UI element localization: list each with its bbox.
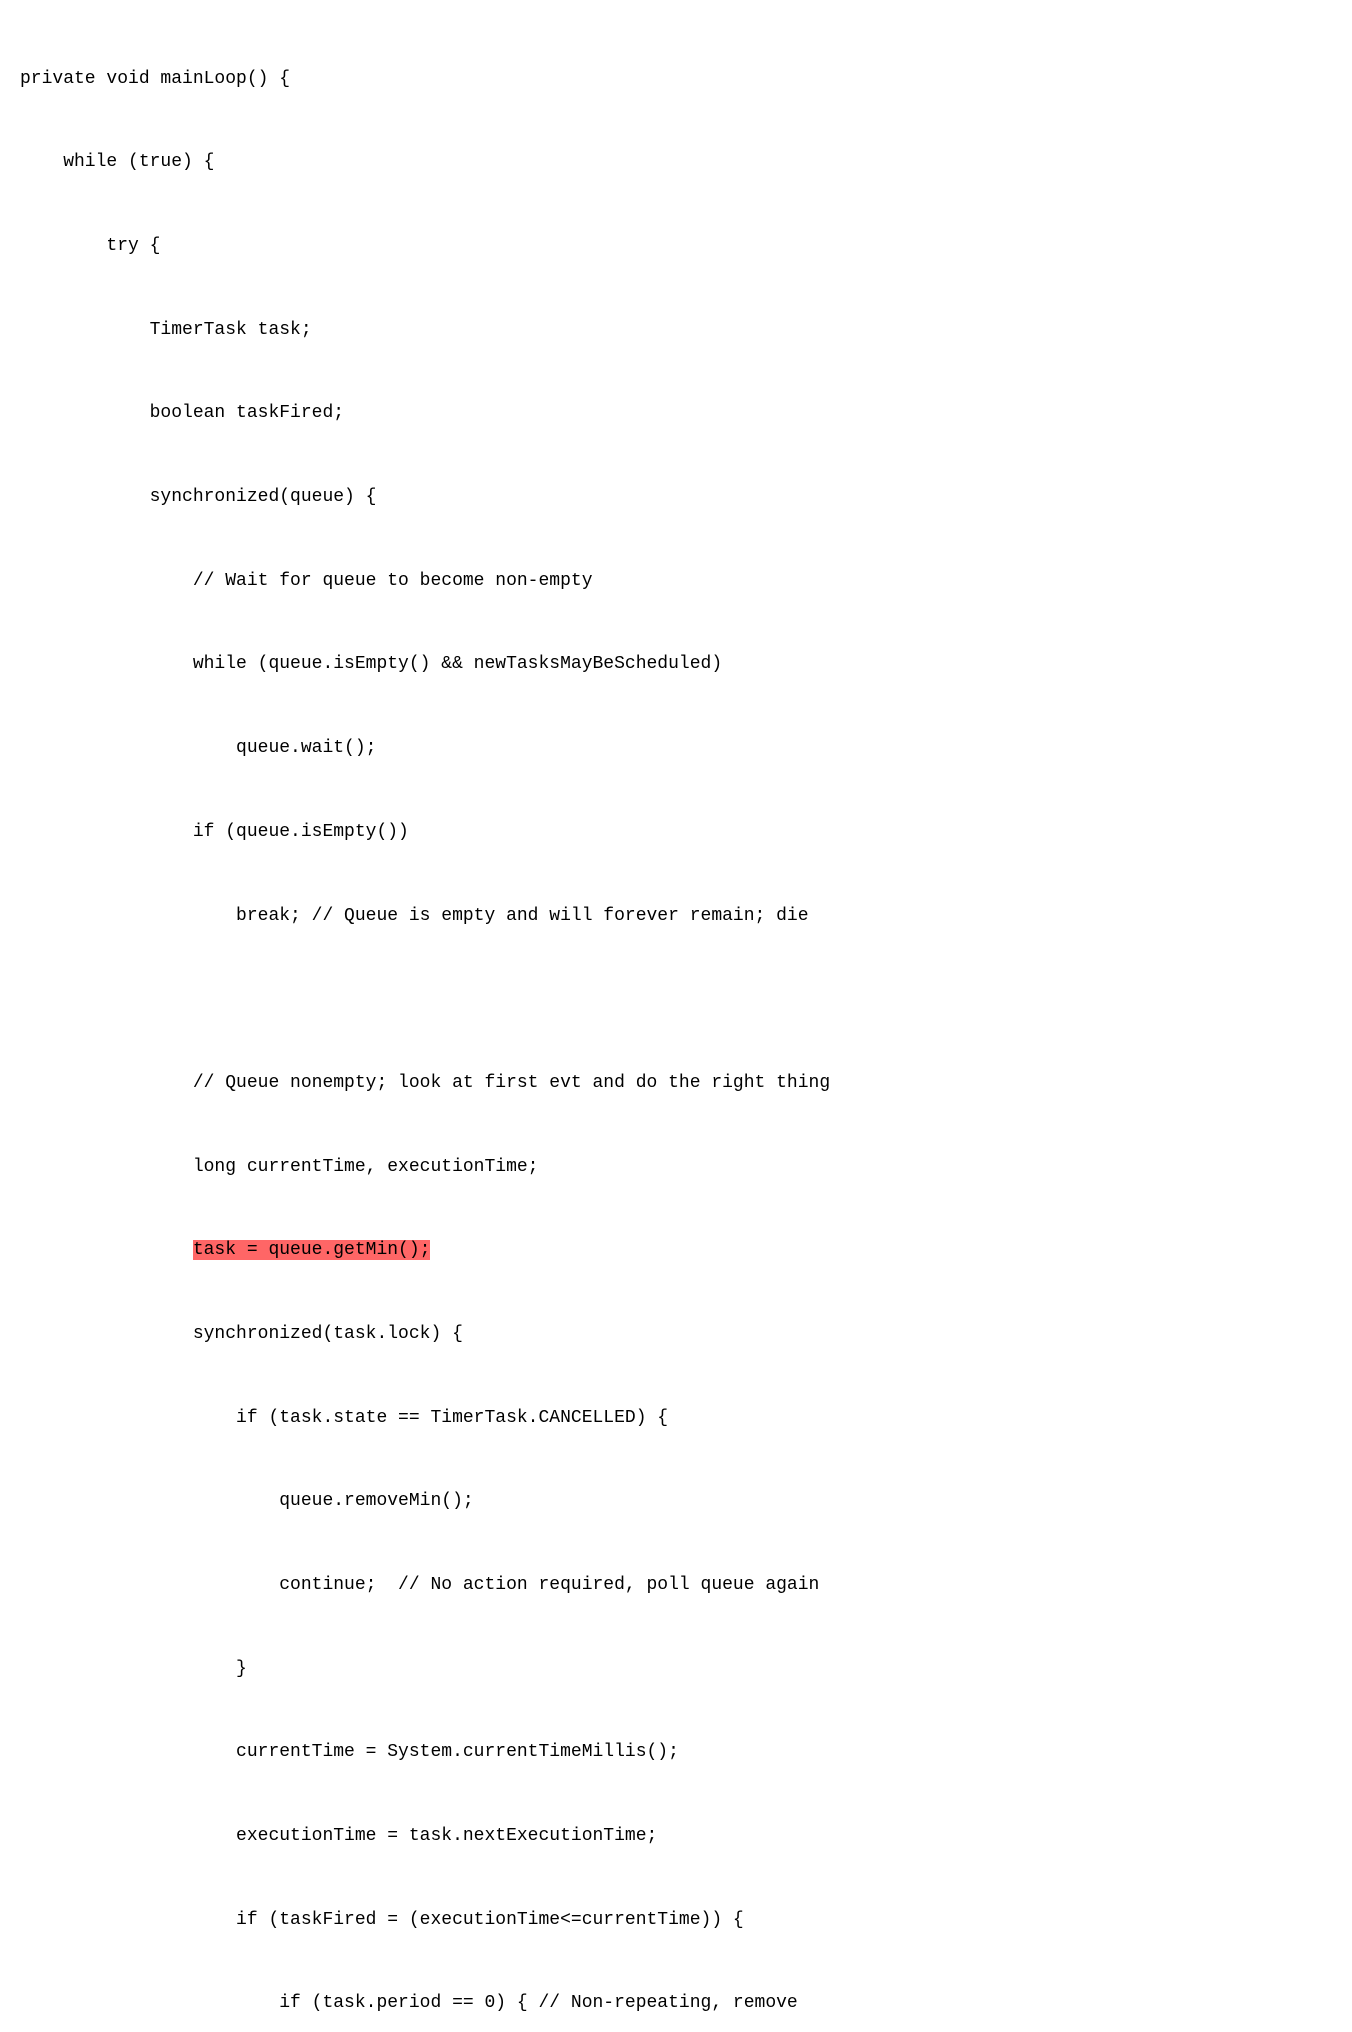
code-line: if (task.period == 0) { // Non-repeating… bbox=[20, 1990, 1332, 2018]
code-line-highlighted: task = queue.getMin(); bbox=[20, 1237, 1332, 1265]
code-line: queue.wait(); bbox=[20, 735, 1332, 763]
code-line: break; // Queue is empty and will foreve… bbox=[20, 903, 1332, 931]
code-line: currentTime = System.currentTimeMillis()… bbox=[20, 1739, 1332, 1767]
code-line: synchronized(task.lock) { bbox=[20, 1321, 1332, 1349]
highlight-task-getmin: task = queue.getMin(); bbox=[193, 1240, 431, 1260]
code-line: if (queue.isEmpty()) bbox=[20, 819, 1332, 847]
code-viewer: private void mainLoop() { while (true) {… bbox=[20, 10, 1332, 2032]
code-line bbox=[20, 986, 1332, 1014]
code-line: } bbox=[20, 1656, 1332, 1684]
code-line: long currentTime, executionTime; bbox=[20, 1154, 1332, 1182]
code-line: boolean taskFired; bbox=[20, 400, 1332, 428]
code-line: try { bbox=[20, 233, 1332, 261]
code-line: // Queue nonempty; look at first evt and… bbox=[20, 1070, 1332, 1098]
code-line: synchronized(queue) { bbox=[20, 484, 1332, 512]
code-line: if (task.state == TimerTask.CANCELLED) { bbox=[20, 1405, 1332, 1433]
code-line: // Wait for queue to become non-empty bbox=[20, 568, 1332, 596]
code-line: queue.removeMin(); bbox=[20, 1488, 1332, 1516]
code-line: executionTime = task.nextExecutionTime; bbox=[20, 1823, 1332, 1851]
code-line: TimerTask task; bbox=[20, 317, 1332, 345]
code-line: while (queue.isEmpty() && newTasksMayBeS… bbox=[20, 651, 1332, 679]
code-line: if (taskFired = (executionTime<=currentT… bbox=[20, 1907, 1332, 1935]
code-line: private void mainLoop() { bbox=[20, 66, 1332, 94]
code-line: continue; // No action required, poll qu… bbox=[20, 1572, 1332, 1600]
code-line: while (true) { bbox=[20, 149, 1332, 177]
